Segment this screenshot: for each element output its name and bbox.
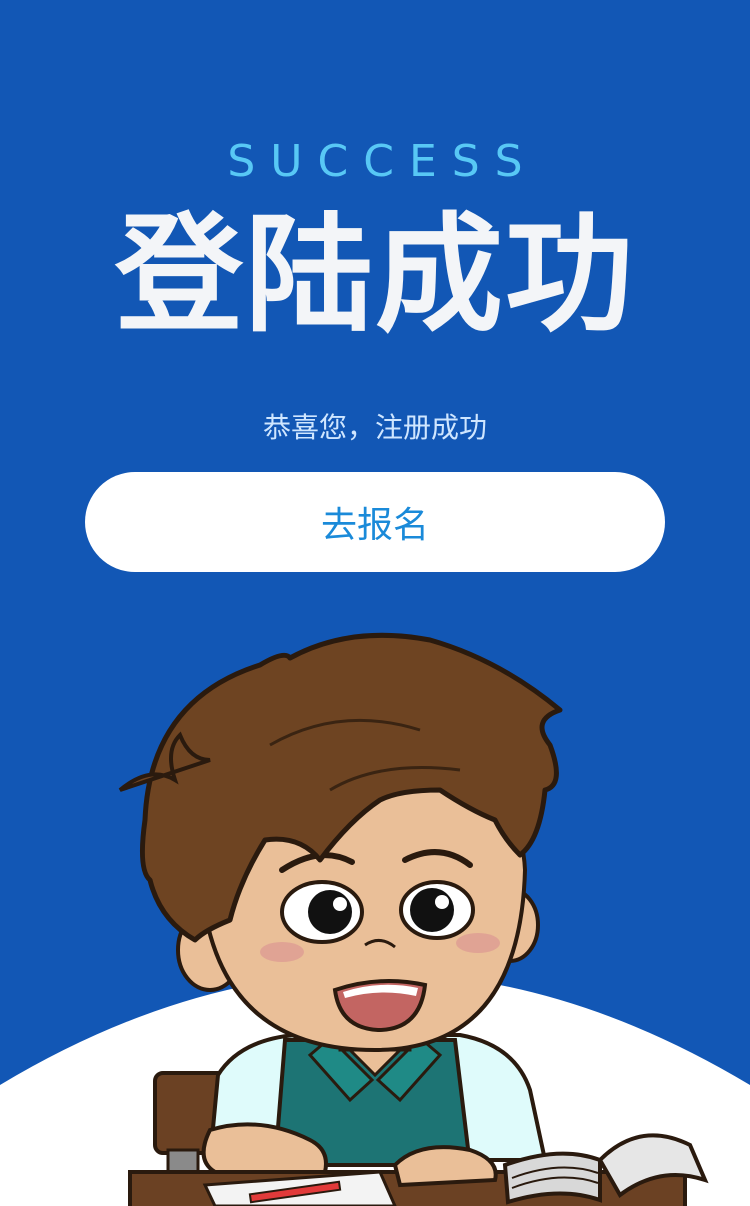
success-screen: SUCCESS 登陆成功 恭喜您，注册成功 去报名 — [0, 0, 750, 1206]
success-message: 恭喜您，注册成功 — [262, 411, 487, 444]
boy-studying-illustration — [0, 632, 750, 1206]
signup-button[interactable]: 去报名 — [85, 472, 665, 572]
page-title: 登陆成功 — [114, 200, 635, 350]
success-label: SUCCESS — [227, 136, 538, 187]
